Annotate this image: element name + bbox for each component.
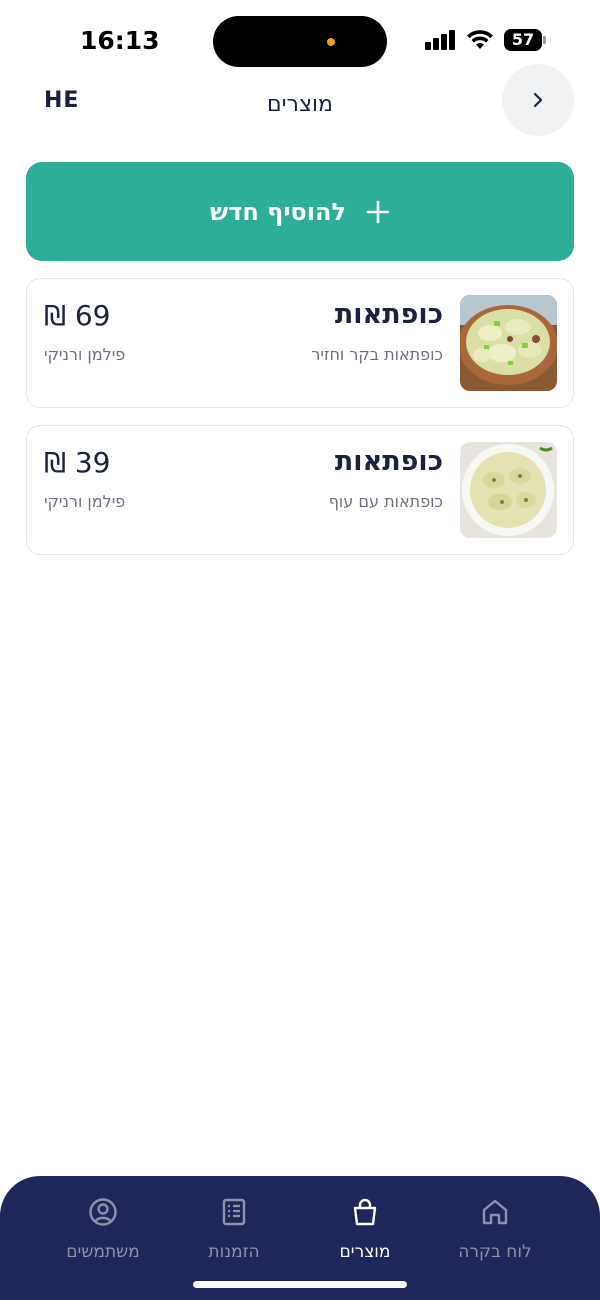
add-new-button[interactable]: להוסיף חדש <box>26 162 574 261</box>
back-button[interactable] <box>502 64 574 136</box>
shopping-bag-icon <box>353 1198 377 1226</box>
product-price: 39 ₪ <box>44 446 111 479</box>
recording-dot <box>327 38 335 46</box>
cellular-signal-icon <box>425 30 457 50</box>
product-name: כופתאות <box>334 446 443 477</box>
add-new-label: להוסיף חדש <box>210 197 346 226</box>
dynamic-island <box>213 16 387 67</box>
product-image <box>460 442 557 538</box>
product-card[interactable]: כופתאות כופתאות בקר וחזיר 69 ₪ פילמן ורנ… <box>26 278 574 408</box>
product-card[interactable]: כופתאות כופתאות עם עוף 39 ₪ פילמן ורניקי <box>26 425 574 555</box>
nav-label: משתמשים <box>66 1242 140 1262</box>
nav-item-dashboard[interactable]: לוח בקרה <box>420 1196 570 1262</box>
product-category: פילמן ורניקי <box>44 492 126 511</box>
battery-icon: 57 <box>504 29 542 51</box>
product-name: כופתאות <box>334 299 443 330</box>
nav-item-orders[interactable]: הזמנות <box>159 1196 309 1262</box>
home-indicator <box>193 1281 407 1288</box>
product-description: כופתאות בקר וחזיר <box>311 345 443 364</box>
nav-item-products[interactable]: מוצרים <box>290 1196 440 1262</box>
status-time: 16:13 <box>80 26 160 55</box>
home-icon <box>482 1199 508 1225</box>
battery-cap <box>543 36 546 44</box>
product-image <box>460 295 557 391</box>
nav-label: לוח בקרה <box>458 1242 532 1262</box>
chevron-right-icon <box>533 92 543 108</box>
product-price: 69 ₪ <box>44 299 111 332</box>
receipt-icon <box>222 1198 246 1226</box>
nav-label: הזמנות <box>208 1242 260 1262</box>
nav-item-users[interactable]: משתמשים <box>28 1196 178 1262</box>
product-description: כופתאות עם עוף <box>328 492 443 511</box>
plus-icon <box>366 200 390 223</box>
wifi-icon <box>467 30 493 49</box>
nav-label: מוצרים <box>339 1242 391 1262</box>
user-circle-icon <box>89 1198 117 1226</box>
product-category: פילמן ורניקי <box>44 345 126 364</box>
